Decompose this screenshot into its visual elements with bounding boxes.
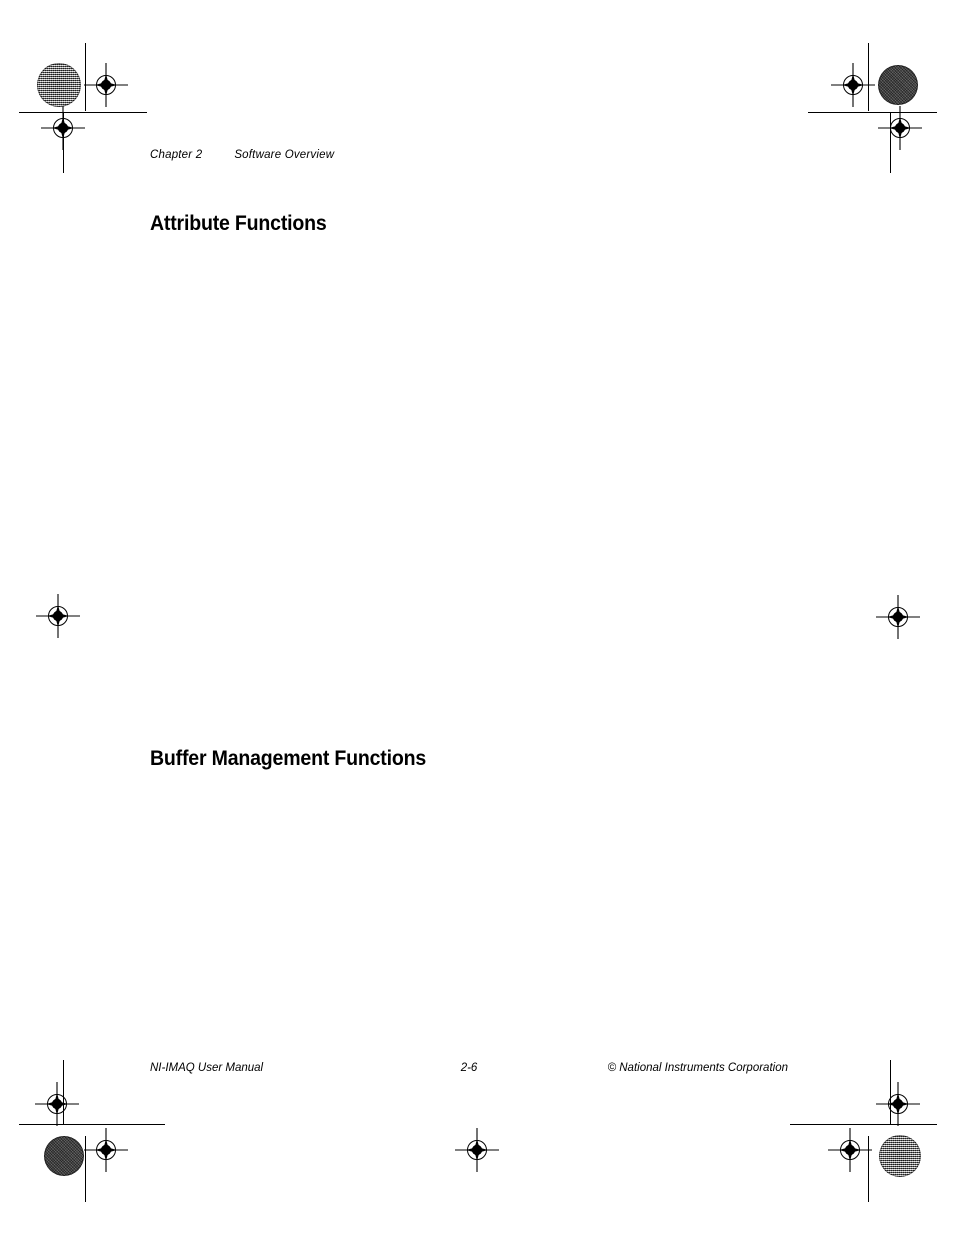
solid-density-dot-top-right xyxy=(878,65,918,105)
halftone-screen-dot-top-left xyxy=(37,63,81,107)
registration-target-top-right-outer xyxy=(877,105,923,151)
registration-target-bottom-right-inner xyxy=(827,1127,873,1173)
registration-target-middle-left xyxy=(35,593,81,639)
registration-target-bottom-center xyxy=(454,1127,500,1173)
section-content-attribute-functions xyxy=(150,232,800,712)
halftone-screen-dot-bottom-right xyxy=(879,1135,921,1177)
running-header-title: Software Overview xyxy=(234,149,335,161)
footer-copyright: © National Instruments Corporation xyxy=(607,1062,788,1074)
registration-target-top-left-outer xyxy=(40,105,86,151)
registration-target-bottom-left-outer xyxy=(34,1081,80,1127)
registration-target-bottom-right-outer xyxy=(875,1081,921,1127)
registration-target-middle-right xyxy=(875,594,921,640)
solid-density-dot-bottom-left xyxy=(44,1136,84,1176)
page-footer: NI-IMAQ User Manual 2-6 © National Instr… xyxy=(150,1062,788,1078)
registration-target-top-left-inner xyxy=(83,62,129,108)
registration-target-bottom-left-inner xyxy=(83,1127,129,1173)
registration-target-top-right-inner xyxy=(830,62,876,108)
section-content-buffer-management-functions xyxy=(150,768,800,1043)
running-header: Chapter 2 Software Overview xyxy=(150,149,334,161)
scanned-manual-page: Chapter 2 Software Overview Attribute Fun… xyxy=(0,0,954,1235)
running-header-chapter: Chapter 2 xyxy=(150,149,203,161)
